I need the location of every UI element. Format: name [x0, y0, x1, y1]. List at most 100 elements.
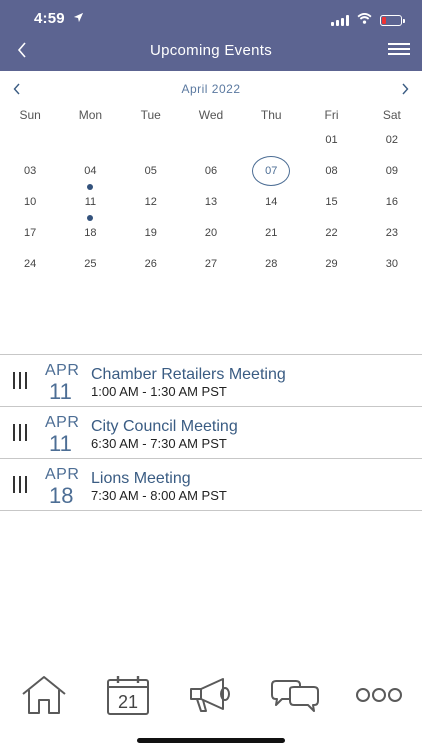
- weekday-label: Sat: [382, 108, 401, 122]
- reorder-handle-icon[interactable]: [13, 476, 31, 493]
- more-tab[interactable]: [353, 672, 405, 718]
- weekday-label: Tue: [140, 108, 161, 122]
- events-list: APR 11 Chamber Retailers Meeting 1:00 AM…: [0, 354, 422, 511]
- calendar-day-number: 30: [385, 257, 398, 270]
- calendar-week-row: 01 02: [0, 124, 422, 155]
- home-icon: [22, 676, 66, 714]
- announcements-tab[interactable]: [186, 672, 236, 718]
- calendar-day-cell[interactable]: 25: [60, 248, 120, 279]
- calendar-day-cell[interactable]: 19: [121, 217, 181, 248]
- calendar-day-cell[interactable]: 22: [301, 217, 361, 248]
- weekday-header: Sun Mon Tue Wed Thu Fri Sat: [0, 108, 422, 122]
- calendar-day-number: 09: [385, 164, 398, 177]
- calendar-day-cell[interactable]: 23: [362, 217, 422, 248]
- calendar-day-number: 03: [24, 164, 37, 177]
- event-time: 6:30 AM - 7:30 AM PST: [91, 436, 227, 451]
- calendar-day-number: 13: [204, 195, 218, 208]
- calendar-day-cell[interactable]: 20: [181, 217, 241, 248]
- calendar-day-cell[interactable]: 09: [362, 155, 422, 186]
- calendar-empty-cell: [241, 124, 301, 155]
- calendar-day-cell[interactable]: 28: [241, 248, 301, 279]
- event-time: 1:00 AM - 1:30 AM PST: [91, 384, 227, 399]
- calendar-day-cell[interactable]: 01: [301, 124, 361, 155]
- location-arrow-icon: [73, 10, 84, 27]
- event-row[interactable]: APR 11 City Council Meeting 6:30 AM - 7:…: [0, 406, 422, 458]
- calendar-day-cell[interactable]: 08: [301, 155, 361, 186]
- reorder-handle-icon[interactable]: [13, 372, 31, 389]
- event-month: APR: [45, 414, 80, 431]
- calendar-day-cell[interactable]: 05: [121, 155, 181, 186]
- calendar-day-number: 15: [325, 195, 338, 208]
- calendar-day-cell[interactable]: 11: [60, 184, 120, 217]
- calendar-day-cell[interactable]: 21: [241, 217, 301, 248]
- event-row[interactable]: APR 18 Lions Meeting 7:30 AM - 8:00 AM P…: [0, 458, 422, 511]
- event-title: Chamber Retailers Meeting: [91, 366, 286, 383]
- calendar-day-cell[interactable]: 06: [181, 155, 241, 186]
- calendar-day-number: 26: [144, 257, 157, 270]
- calendar-day-cell[interactable]: 14: [241, 186, 301, 217]
- calendar-empty-cell: [60, 124, 120, 155]
- battery-icon: [380, 14, 405, 26]
- calendar-day-number: 25: [84, 257, 97, 270]
- calendar-day-cell[interactable]: 04: [60, 155, 120, 186]
- cellular-signal-icon: [331, 14, 349, 26]
- more-dots-icon: [356, 688, 402, 702]
- calendar-week-row: 24 25 26 27 28 29 30: [0, 248, 422, 279]
- weekday-label: Sun: [19, 108, 41, 122]
- calendar-grid: 01 02 03 04 05 06 07 08 09 10 11 12 13 14 15 16 17 18 19 20…: [0, 124, 422, 279]
- calendar-day-number: 23: [385, 226, 398, 239]
- calendar-day-cell[interactable]: 17: [0, 217, 60, 248]
- weekday-label: Fri: [324, 108, 339, 122]
- calendar-day-cell[interactable]: 13: [181, 186, 241, 217]
- calendar-day-number: 21: [265, 226, 278, 239]
- calendar-day-cell[interactable]: 24: [0, 248, 60, 279]
- event-title: Lions Meeting: [91, 470, 191, 487]
- calendar-month-label: April 2022: [181, 82, 241, 96]
- calendar-day-cell[interactable]: 15: [301, 186, 361, 217]
- hamburger-menu-button[interactable]: [388, 40, 410, 60]
- calendar-empty-cell: [121, 124, 181, 155]
- next-month-button[interactable]: [396, 80, 414, 98]
- calendar-day-cell[interactable]: 02: [362, 124, 422, 155]
- app-header: 4:59 Upcoming Events: [0, 0, 422, 71]
- status-time: 4:59: [34, 10, 84, 27]
- event-day: 11: [49, 431, 72, 456]
- calendar-day-cell[interactable]: 07: [241, 155, 301, 186]
- calendar-day-number: 17: [24, 226, 37, 239]
- event-indicator-dot: [87, 184, 94, 190]
- calendar-day-number: 18: [84, 226, 97, 239]
- reorder-handle-icon[interactable]: [13, 424, 31, 441]
- chat-bubbles-icon: [271, 680, 319, 712]
- bottom-tab-bar: 21: [0, 672, 422, 722]
- calendar-tab[interactable]: 21: [103, 672, 153, 718]
- calendar-day-number: 10: [24, 195, 37, 208]
- calendar-day-number: 27: [204, 257, 218, 270]
- home-tab[interactable]: [18, 672, 70, 718]
- megaphone-icon: [190, 678, 230, 712]
- calendar-day-cell[interactable]: 29: [301, 248, 361, 279]
- event-row[interactable]: APR 11 Chamber Retailers Meeting 1:00 AM…: [0, 354, 422, 406]
- calendar-day-cell[interactable]: 26: [121, 248, 181, 279]
- calendar-day-cell[interactable]: 10: [0, 186, 60, 217]
- calendar-day-cell[interactable]: 30: [362, 248, 422, 279]
- calendar-day-cell[interactable]: 03: [0, 155, 60, 186]
- calendar-navigation: April 2022: [0, 80, 422, 100]
- calendar-day-cell[interactable]: 16: [362, 186, 422, 217]
- event-month: APR: [45, 362, 80, 379]
- calendar-day-cell[interactable]: 18: [60, 215, 120, 248]
- event-indicator-dot: [87, 215, 94, 221]
- chevron-right-icon: [402, 83, 409, 95]
- wifi-icon: [357, 11, 372, 29]
- calendar-day-number: 06: [204, 164, 218, 177]
- page-title: Upcoming Events: [149, 42, 273, 59]
- calendar-day-cell[interactable]: 27: [181, 248, 241, 279]
- calendar-day-number: 05: [144, 164, 157, 177]
- messages-tab[interactable]: [269, 672, 321, 718]
- selected-day-ring: [252, 155, 291, 186]
- calendar-empty-cell: [181, 124, 241, 155]
- status-indicators: [331, 11, 405, 29]
- calendar-day-number: 19: [144, 226, 157, 239]
- calendar-day-cell[interactable]: 12: [121, 186, 181, 217]
- calendar-day-number: 14: [265, 195, 278, 208]
- calendar-day-number: 16: [385, 195, 398, 208]
